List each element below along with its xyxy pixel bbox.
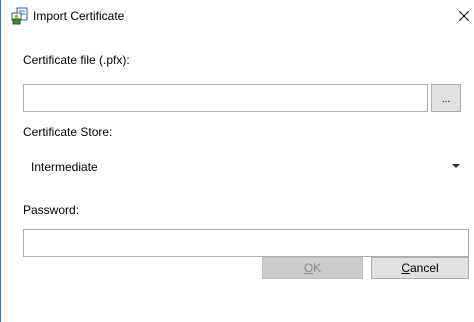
certificate-store-selected-value: Intermediate: [31, 160, 98, 174]
certificate-file-input[interactable]: [23, 84, 428, 112]
browse-button[interactable]: ...: [431, 84, 461, 112]
certificate-store-dropdown[interactable]: Intermediate: [23, 152, 469, 180]
certificate-app-icon: [11, 7, 29, 25]
password-label: Password:: [23, 203, 80, 217]
password-input[interactable]: [23, 229, 469, 257]
cancel-button-label: ancel: [409, 261, 439, 275]
certificate-store-label: Certificate Store:: [23, 125, 113, 139]
chevron-down-icon: [452, 164, 460, 168]
cancel-button-mnemonic: C: [401, 261, 410, 275]
ok-button[interactable]: OK: [262, 257, 363, 279]
cancel-button[interactable]: Cancel: [371, 257, 469, 279]
ok-button-label: K: [313, 261, 322, 275]
ok-button-mnemonic: O: [303, 261, 314, 275]
close-icon: [459, 11, 469, 21]
title-bar[interactable]: Import Certificate: [1, 0, 474, 32]
close-button[interactable]: [454, 4, 474, 28]
certificate-file-label: Certificate file (.pfx):: [23, 53, 130, 67]
import-certificate-dialog: Import Certificate Certificate file (.pf…: [0, 0, 474, 322]
dialog-title: Import Certificate: [33, 9, 125, 23]
